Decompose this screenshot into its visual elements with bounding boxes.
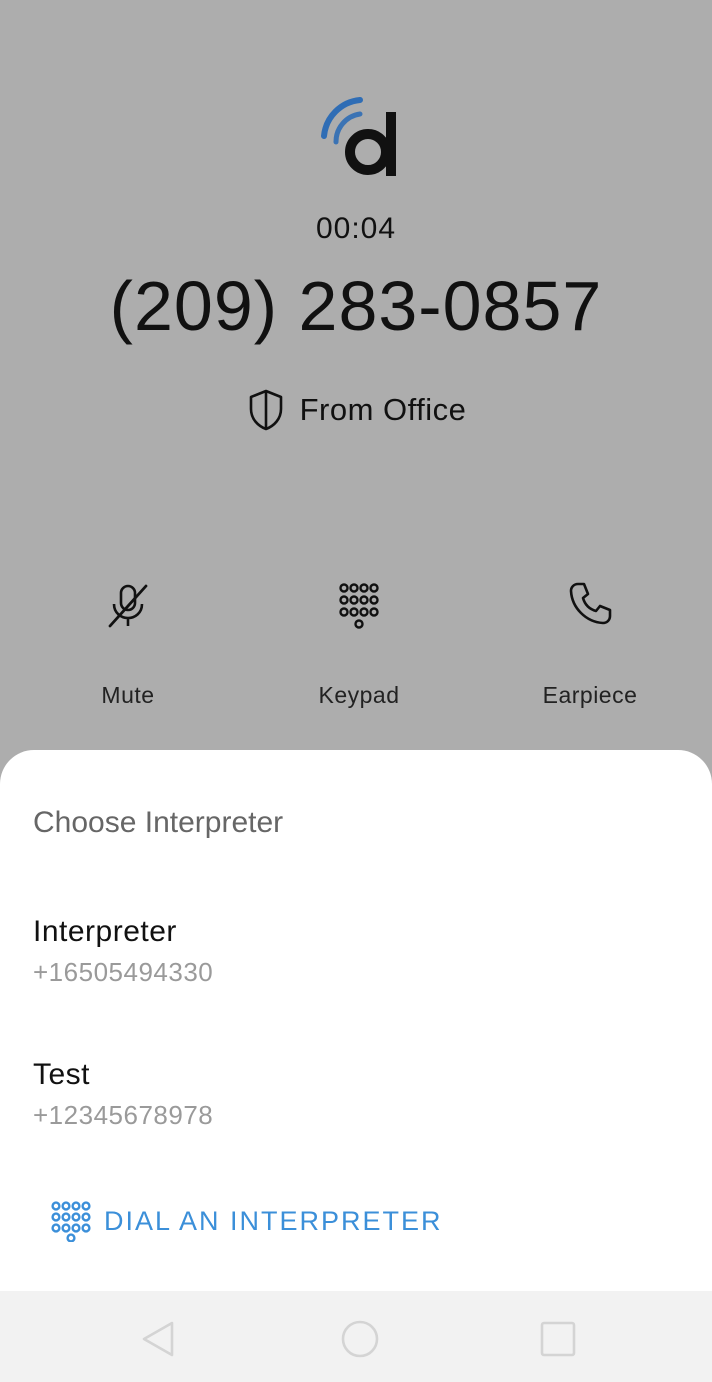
- dialpad-logo-icon: [321, 97, 396, 176]
- earpiece-label: Earpiece: [542, 682, 638, 708]
- earpiece-button[interactable]: Earpiece: [505, 574, 675, 724]
- recent-apps-icon[interactable]: [538, 1319, 578, 1359]
- choose-interpreter-sheet: Choose Interpreter Interpreter +16505494…: [0, 750, 712, 1291]
- interpreter-list-item[interactable]: Interpreter +16505494330: [33, 915, 673, 988]
- interpreter-list-item[interactable]: Test +12345678978: [33, 1058, 673, 1131]
- dial-interpreter-label: DIAL AN INTERPRETER: [104, 1205, 443, 1236]
- keypad-button[interactable]: Keypad: [274, 574, 444, 724]
- sheet-title: Choose Interpreter: [33, 806, 284, 839]
- dialpad-icon: [51, 1201, 91, 1242]
- home-icon[interactable]: [340, 1319, 380, 1359]
- caller-id-selector[interactable]: From Office: [0, 388, 712, 432]
- call-controls: Mute Keypad Earpiece: [0, 574, 712, 724]
- call-phone-number: (209) 283-0857: [109, 267, 603, 345]
- system-navigation-bar: [0, 1291, 712, 1382]
- interpreter-name: Interpreter: [33, 915, 177, 948]
- caller-id-label: From Office: [299, 392, 467, 427]
- interpreter-phone: +16505494330: [33, 957, 214, 987]
- keypad-label: Keypad: [318, 682, 400, 708]
- dial-interpreter-button[interactable]: DIAL AN INTERPRETER: [50, 1200, 443, 1242]
- interpreter-name: Test: [33, 1058, 91, 1091]
- mute-button[interactable]: Mute: [43, 574, 213, 724]
- active-call-screen: 00:04 (209) 283-0857 From Office Mute Ke…: [0, 0, 712, 1382]
- interpreter-phone: +12345678978: [33, 1100, 214, 1130]
- phone-icon: [569, 582, 612, 625]
- shield-icon: [249, 389, 282, 431]
- call-timer: 00:04: [315, 212, 397, 245]
- back-icon[interactable]: [138, 1319, 178, 1359]
- mute-label: Mute: [101, 682, 155, 708]
- dialpad-icon: [339, 583, 379, 629]
- mic-off-icon: [108, 584, 148, 628]
